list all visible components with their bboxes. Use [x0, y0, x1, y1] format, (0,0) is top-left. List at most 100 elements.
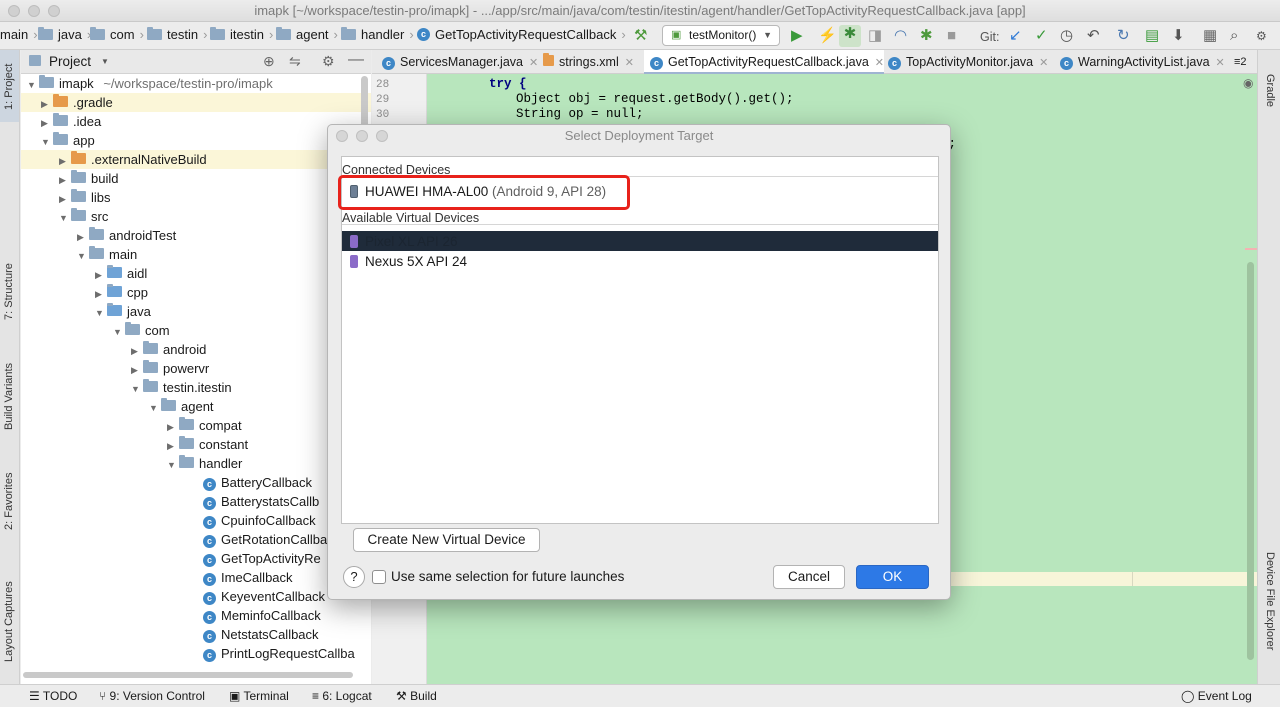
- tree-node-build[interactable]: ▶ build: [59, 169, 118, 188]
- breadcrumb-java[interactable]: java›: [38, 27, 91, 42]
- tree-node-cpuinfocallback[interactable]: c CpuinfoCallback: [203, 511, 316, 530]
- tree-node-src[interactable]: ▼ src: [59, 207, 108, 226]
- tree-node-batterystatscallback[interactable]: c BatterystatsCallb: [203, 492, 319, 511]
- tree-node-imecallback[interactable]: c ImeCallback: [203, 568, 293, 587]
- tree-node-imapk[interactable]: ▼ imapk ~/workspace/testin-pro/imapk: [27, 74, 273, 93]
- git-update-icon[interactable]: ↙: [1009, 27, 1022, 45]
- todo-tool-tab[interactable]: ☰ TODO: [29, 689, 77, 703]
- stop-icon[interactable]: ■: [947, 27, 956, 45]
- tab-servicesmanager[interactable]: c ServicesManager.java ✕: [376, 50, 538, 74]
- sdk-manager-icon[interactable]: ⬇: [1172, 27, 1185, 45]
- tree-node-constant[interactable]: ▶ constant: [167, 435, 248, 454]
- tree-node-keyeventcallback[interactable]: c KeyeventCallback: [203, 587, 325, 606]
- structure-tool-tab[interactable]: 7: Structure: [3, 263, 15, 320]
- hide-panel-icon[interactable]: —: [348, 51, 364, 69]
- build-variants-tool-tab[interactable]: Build Variants: [3, 363, 15, 430]
- logcat-tool-tab[interactable]: ≡ 6: Logcat: [312, 689, 372, 703]
- terminal-tool-tab[interactable]: ▣ Terminal: [229, 689, 289, 703]
- zoom-window-button[interactable]: [48, 5, 60, 17]
- revert-icon[interactable]: ↶: [1087, 27, 1100, 45]
- tree-node-agent[interactable]: ▼ agent: [149, 397, 214, 416]
- dialog-close-button[interactable]: [336, 130, 348, 142]
- tree-node-android[interactable]: ▶ android: [131, 340, 206, 359]
- gradle-tool-tab[interactable]: Gradle: [1264, 74, 1276, 107]
- chevron-down-icon[interactable]: ▼: [101, 57, 109, 66]
- settings-icon[interactable]: ⚙: [1256, 27, 1267, 45]
- tree-node-main[interactable]: ▼ main: [77, 245, 137, 264]
- debug-icon[interactable]: ✱: [839, 25, 861, 47]
- project-tool-tab[interactable]: 1: Project: [3, 64, 15, 110]
- make-project-hammer-icon[interactable]: ⚒: [634, 27, 647, 45]
- tree-node-androidtest[interactable]: ▶ androidTest: [77, 226, 176, 245]
- gear-icon[interactable]: ⚙: [322, 53, 335, 70]
- project-view-selector[interactable]: Project: [49, 54, 91, 69]
- tree-node-meminfocallback[interactable]: c MeminfoCallback: [203, 606, 321, 625]
- version-control-tool-tab[interactable]: ⑂ 9: Version Control: [99, 689, 205, 703]
- tab-overflow-button[interactable]: ≡2: [1228, 50, 1247, 74]
- breadcrumb-com[interactable]: com ›: [90, 27, 144, 42]
- help-button[interactable]: ?: [343, 566, 365, 588]
- breadcrumb-handler[interactable]: handler ›: [341, 27, 414, 42]
- tree-node-testin-itestin[interactable]: ▼ testin.itestin: [131, 378, 232, 397]
- tree-node-idea[interactable]: ▶ .idea: [41, 112, 101, 131]
- device-item-pixel-xl-selected[interactable]: Pixel XL API 26: [342, 231, 938, 251]
- tree-horizontal-scrollbar[interactable]: [23, 672, 353, 678]
- tree-node-netstatscallback[interactable]: c NetstatsCallback: [203, 625, 319, 644]
- profile-icon[interactable]: ◠: [894, 27, 907, 45]
- breadcrumb-itestin[interactable]: itestin ›: [210, 27, 273, 42]
- tree-node-gradle[interactable]: ▶ .gradle: [41, 93, 113, 112]
- breadcrumb-testin[interactable]: testin ›: [147, 27, 207, 42]
- tree-node-handler[interactable]: ▼ handler: [167, 454, 242, 473]
- cancel-button[interactable]: Cancel: [773, 565, 845, 589]
- device-item-nexus-5x[interactable]: Nexus 5X API 24: [350, 254, 467, 269]
- tree-node-powervr[interactable]: ▶ powervr: [131, 359, 209, 378]
- same-selection-checkbox[interactable]: [372, 570, 386, 584]
- favorites-tool-tab[interactable]: 2: Favorites: [3, 473, 15, 530]
- tab-topactivitymonitor[interactable]: c TopActivityMonitor.java ✕: [882, 50, 1048, 74]
- tree-node-aidl[interactable]: ▶ aidl: [95, 264, 147, 283]
- breadcrumb-agent[interactable]: agent ›: [276, 27, 338, 42]
- editor-scrollbar[interactable]: [1247, 262, 1254, 660]
- dialog-zoom-button[interactable]: [376, 130, 388, 142]
- attach-debugger-icon[interactable]: ✱: [920, 27, 933, 45]
- run-icon[interactable]: ▶: [791, 27, 803, 45]
- create-new-virtual-device-button[interactable]: Create New Virtual Device: [353, 528, 540, 552]
- tree-node-java[interactable]: ▼ java: [95, 302, 151, 321]
- search-icon[interactable]: ⌕: [1230, 27, 1238, 45]
- minimize-window-button[interactable]: [28, 5, 40, 17]
- breadcrumb-main[interactable]: main ›: [0, 27, 38, 42]
- layout-captures-tool-tab[interactable]: Layout Captures: [3, 581, 15, 662]
- sync-gradle-icon[interactable]: ↻: [1117, 27, 1130, 45]
- tree-node-getrotationcallback[interactable]: c GetRotationCallba: [203, 530, 327, 549]
- collapse-all-icon[interactable]: ⇋: [289, 53, 301, 70]
- tree-node-gettopactivityrequestcallback[interactable]: c GetTopActivityRe: [203, 549, 321, 568]
- breadcrumb-class[interactable]: c GetTopActivityRequestCallback ›: [417, 27, 626, 42]
- tree-node-cpp[interactable]: ▶ cpp: [95, 283, 148, 302]
- tab-warningactivitylist[interactable]: c WarningActivityList.java ✕: [1054, 50, 1225, 74]
- git-commit-icon[interactable]: ✓: [1035, 27, 1048, 45]
- avd-manager-icon[interactable]: ▤: [1145, 27, 1159, 45]
- apply-changes-icon[interactable]: ⚡: [818, 27, 837, 45]
- tab-strings-xml[interactable]: strings.xml ✕: [537, 50, 634, 74]
- project-structure-icon[interactable]: ▦: [1203, 27, 1217, 45]
- locate-file-icon[interactable]: ⊕: [263, 53, 275, 70]
- history-icon[interactable]: ◷: [1060, 27, 1073, 45]
- event-log-tool-tab[interactable]: ◯ Event Log: [1181, 689, 1252, 703]
- reader-mode-eye-icon[interactable]: ◉: [1243, 76, 1253, 90]
- tree-node-batterycallback[interactable]: c BatteryCallback: [203, 473, 312, 492]
- tree-node-libs[interactable]: ▶ libs: [59, 188, 111, 207]
- run-configuration-selector[interactable]: ▣ testMonitor() ▼: [662, 25, 780, 46]
- tree-node-externalnativebuild[interactable]: ▶ .externalNativeBuild: [59, 150, 207, 169]
- tree-node-printlogrequestcallback[interactable]: c PrintLogRequestCallba: [203, 644, 355, 663]
- device-file-explorer-tool-tab[interactable]: Device File Explorer: [1264, 552, 1276, 650]
- tree-node-com[interactable]: ▼ com: [113, 321, 170, 340]
- build-tool-tab[interactable]: ⚒ Build: [396, 689, 437, 703]
- ok-button[interactable]: OK: [856, 565, 929, 589]
- device-list[interactable]: Connected Devices HUAWEI HMA-AL00 (Andro…: [338, 156, 939, 524]
- tab-gettopactivityrequestcallback[interactable]: c GetTopActivityRequestCallback.java ✕: [644, 50, 885, 74]
- tree-node-app[interactable]: ▼ app: [41, 131, 95, 150]
- tree-node-compat[interactable]: ▶ compat: [167, 416, 242, 435]
- dialog-minimize-button[interactable]: [356, 130, 368, 142]
- close-window-button[interactable]: [8, 5, 20, 17]
- run-coverage-icon[interactable]: ◨: [868, 27, 882, 45]
